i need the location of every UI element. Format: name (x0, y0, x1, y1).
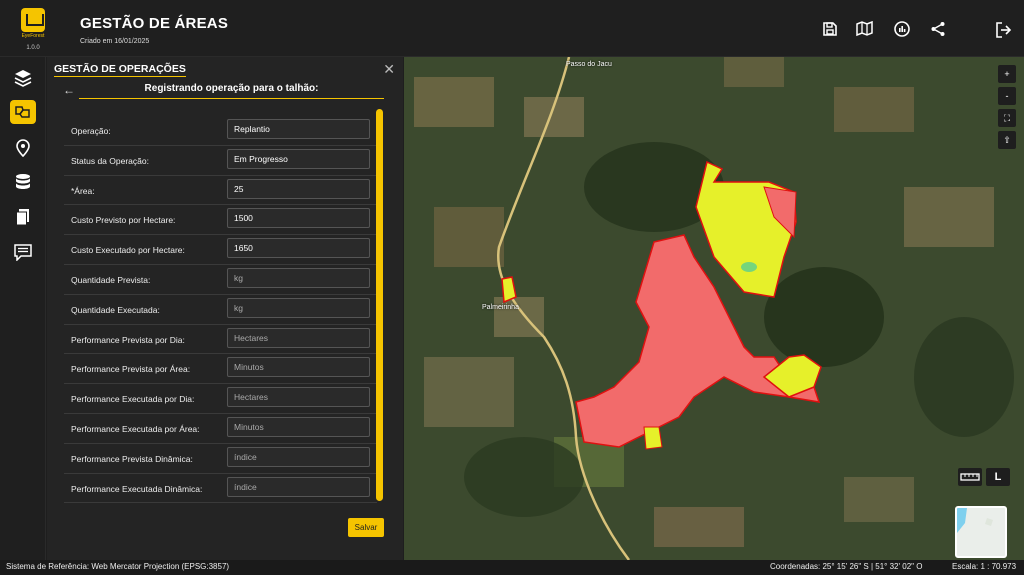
form-row: Performance Prevista por Dia: (64, 325, 377, 355)
field-label: Performance Prevista Dinâmica: (71, 453, 193, 464)
field-input[interactable] (227, 357, 370, 378)
logout-icon[interactable] (994, 21, 1014, 41)
field-input[interactable] (227, 387, 370, 408)
field-input[interactable] (227, 327, 370, 348)
field-label: Custo Executado por Hectare: (71, 245, 185, 256)
status-bar: Sistema de Referência: Web Mercator Proj… (0, 560, 1024, 575)
form-row: Operação: (64, 116, 377, 146)
close-icon[interactable]: ✕ (383, 61, 395, 78)
logo-text: EyeForest (21, 33, 45, 39)
form-row: Performance Executada por Dia: (64, 384, 377, 414)
field-label: Performance Prevista por Área: (71, 364, 191, 375)
areas-icon[interactable] (10, 100, 36, 124)
report-icon[interactable] (892, 19, 912, 39)
map-scale: Escala: 1 : 70.973 (952, 562, 1017, 571)
form-row: Custo Executado por Hectare: (64, 235, 377, 265)
map-layers-icon[interactable] (856, 19, 876, 39)
form-row: Quantidade Prevista: (64, 265, 377, 295)
form-heading: Registrando operação para o talhão: (79, 83, 384, 99)
field-label: *Área: (71, 185, 95, 196)
back-arrow-icon[interactable]: ← (63, 83, 75, 97)
field-input[interactable] (227, 208, 370, 229)
documents-icon[interactable] (10, 205, 36, 229)
created-date: Criado em 16/01/2025 (80, 38, 150, 45)
form-row: Custo Previsto por Hectare: (64, 205, 377, 236)
zoom-in-button[interactable]: + (998, 65, 1016, 83)
ruler-icon[interactable] (958, 468, 982, 486)
compass-icon[interactable]: ⇧ (998, 131, 1016, 149)
form-row: Performance Executada por Área: (64, 414, 377, 444)
form-row: Performance Prevista Dinâmica: (64, 444, 377, 474)
satellite-map[interactable]: Passo do Jacu Palmeirinha + - ⛶ ⇧ L (404, 57, 1024, 560)
form-row: Quantidade Executada: (64, 295, 377, 325)
eyeforest-logo-icon (21, 8, 45, 32)
field-label: Operação: (71, 126, 111, 136)
field-label: Quantidade Prevista: (71, 274, 151, 285)
field-input[interactable] (227, 119, 370, 139)
field-input[interactable] (227, 267, 370, 288)
app-logo: EyeForest 1.0.0 (18, 8, 48, 51)
location-pin-icon[interactable] (10, 136, 36, 160)
field-input[interactable] (227, 297, 370, 318)
minimap[interactable] (955, 506, 1007, 558)
place-label: Passo do Jacu (566, 61, 612, 68)
reference-system: Sistema de Referência: Web Mercator Proj… (6, 562, 230, 571)
layers-icon[interactable] (10, 66, 36, 90)
field-input[interactable] (227, 446, 370, 467)
share-icon[interactable] (928, 19, 948, 39)
scrollbar-thumb[interactable] (376, 109, 383, 501)
form-row: Performance Executada Dinâmica: (64, 474, 377, 504)
save-button[interactable]: Salvar (348, 518, 384, 537)
operation-form: Operação: Status da Operação: *Área: Custo … (64, 116, 377, 504)
field-label: Quantidade Executada: (71, 304, 160, 315)
field-input[interactable] (227, 178, 370, 199)
field-input[interactable] (227, 476, 370, 497)
cursor-coordinates: Coordenadas: 25° 15' 26" S | 51° 32' 02"… (770, 562, 923, 571)
field-label: Performance Executada por Dia: (71, 394, 195, 405)
field-label: Custo Previsto por Hectare: (71, 215, 176, 226)
app-version: 1.0.0 (26, 45, 40, 51)
field-label: Performance Executada Dinâmica: (71, 483, 203, 494)
page-title: GESTÃO DE ÁREAS (80, 15, 229, 32)
field-input[interactable] (227, 416, 370, 437)
place-label: Palmeirinha (482, 304, 519, 311)
chat-icon[interactable] (10, 240, 36, 264)
database-icon[interactable] (10, 170, 36, 194)
form-row: Status da Operação: (64, 146, 377, 176)
panel-title: GESTÃO DE OPERAÇÕES (54, 63, 186, 77)
form-scrollbar[interactable] (376, 109, 383, 501)
form-row: *Área: (64, 176, 377, 206)
field-label: Performance Executada por Área: (71, 423, 200, 434)
zoom-out-button[interactable]: - (998, 87, 1016, 105)
field-label: Performance Prevista por Dia: (71, 334, 185, 345)
field-label: Status da Operação: (71, 155, 149, 166)
form-row: Performance Prevista por Área: (64, 354, 377, 385)
basemap-toggle-button[interactable]: L (986, 468, 1010, 486)
field-input[interactable] (227, 148, 370, 169)
field-input[interactable] (227, 238, 370, 259)
operations-panel: GESTÃO DE OPERAÇÕES ✕ ← Registrando oper… (47, 57, 403, 560)
tool-sidebar (0, 57, 46, 560)
app-window: EyeForest 1.0.0 GESTÃO DE ÁREAS Criado e… (0, 0, 1024, 575)
save-icon[interactable] (820, 19, 840, 39)
fullscreen-icon[interactable]: ⛶ (998, 109, 1016, 127)
header: EyeForest 1.0.0 GESTÃO DE ÁREAS Criado e… (0, 0, 1024, 57)
